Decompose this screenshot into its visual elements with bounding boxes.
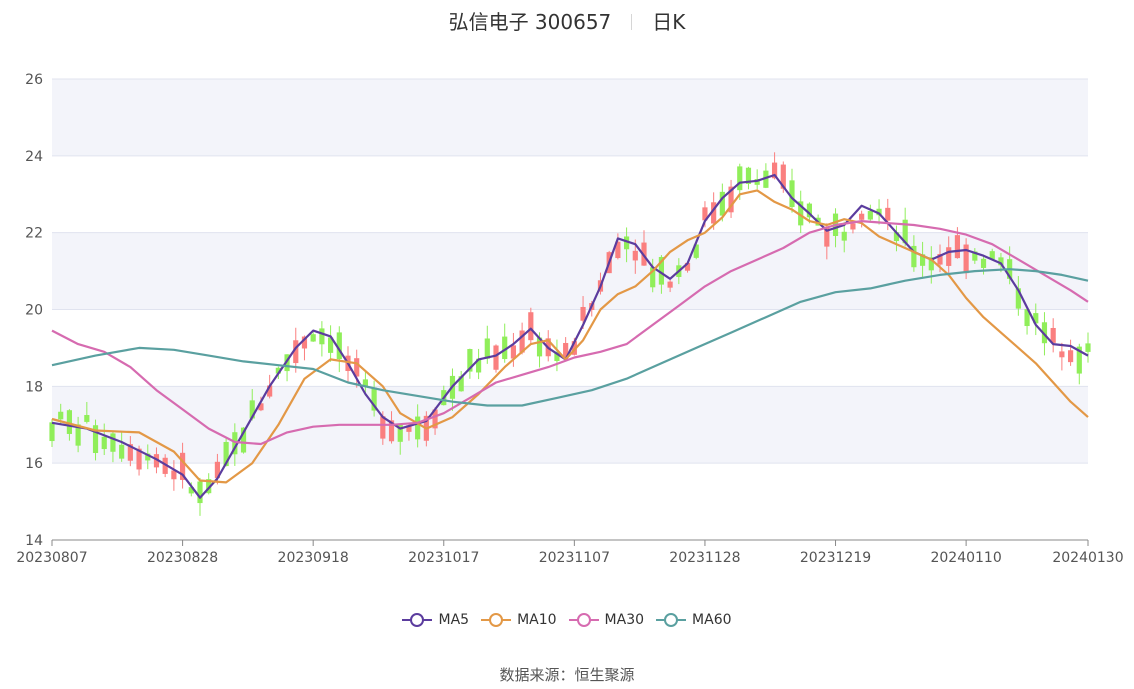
- candle-body: [850, 223, 856, 230]
- legend-marker-icon: [656, 613, 687, 627]
- legend-item-ma5[interactable]: MA5: [402, 612, 469, 628]
- x-tick-label: 20230918: [278, 550, 349, 566]
- y-tick-label: 22: [25, 226, 43, 242]
- candle-body: [528, 312, 534, 341]
- candle-body: [1085, 343, 1091, 352]
- candle-body: [1067, 350, 1074, 363]
- candle-body: [963, 244, 969, 274]
- plot-band: [52, 386, 1088, 464]
- candle-body: [946, 247, 952, 266]
- candle-body: [110, 433, 116, 452]
- legend-item-ma60[interactable]: MA60: [656, 612, 732, 628]
- y-tick-label: 20: [25, 303, 43, 319]
- candle-body: [119, 444, 125, 459]
- candle-body: [841, 231, 847, 241]
- legend-label: MA10: [517, 612, 557, 628]
- candle-body: [58, 411, 64, 420]
- plot-band: [52, 232, 1088, 310]
- candle-body: [859, 213, 865, 220]
- y-tick-label: 16: [25, 456, 43, 472]
- y-tick-label: 18: [25, 379, 43, 395]
- legend-item-ma10[interactable]: MA10: [481, 612, 557, 628]
- legend-label: MA60: [692, 612, 732, 628]
- y-tick-label: 26: [25, 72, 43, 88]
- candle-body: [101, 436, 107, 450]
- x-tick-label: 20231107: [539, 550, 610, 566]
- candle-body: [310, 334, 316, 342]
- candle-body: [493, 345, 499, 370]
- candle-body: [954, 235, 961, 259]
- source-label: 数据来源：: [499, 666, 575, 684]
- candle-body: [737, 166, 743, 191]
- candle-body: [319, 328, 325, 345]
- candle-body: [789, 180, 795, 208]
- candle-body: [415, 416, 421, 440]
- legend-item-ma30[interactable]: MA30: [568, 612, 645, 628]
- x-tick-label: 20231017: [408, 550, 479, 566]
- candle-body: [1059, 351, 1065, 358]
- x-tick-label: 20230828: [147, 550, 218, 566]
- candle-body: [84, 415, 90, 422]
- candle-body: [197, 481, 203, 504]
- legend-marker-icon: [568, 613, 599, 627]
- y-tick-label: 24: [25, 149, 43, 165]
- x-tick-label: 20231128: [669, 550, 740, 566]
- candle-body: [980, 258, 987, 268]
- legend: MA5 MA10 MA30 MA60: [0, 612, 1134, 632]
- plot-band: [52, 79, 1088, 156]
- legend-label: MA5: [438, 612, 470, 628]
- x-tick-label: 20240110: [930, 550, 1001, 566]
- legend-marker-icon: [402, 613, 433, 627]
- candle-body: [867, 211, 873, 220]
- candle-body: [484, 338, 490, 359]
- data-source: 数据来源：恒生聚源: [0, 664, 1134, 685]
- candle-body: [885, 207, 891, 221]
- source-value: 恒生聚源: [574, 666, 635, 684]
- x-tick-label: 20240130: [1052, 550, 1123, 566]
- candle-body: [667, 281, 673, 288]
- x-tick-label: 20230807: [16, 550, 87, 566]
- y-tick-label: 14: [25, 533, 43, 549]
- legend-marker-icon: [481, 613, 512, 627]
- candle-body: [49, 422, 55, 442]
- legend-label: MA30: [604, 612, 645, 628]
- candle-body: [632, 250, 638, 261]
- kline-chart: 14 16 18 20 22 24 26 20230807 20230828 20230918 20…: [16, 72, 1123, 566]
- x-tick-label: 20231219: [800, 550, 871, 566]
